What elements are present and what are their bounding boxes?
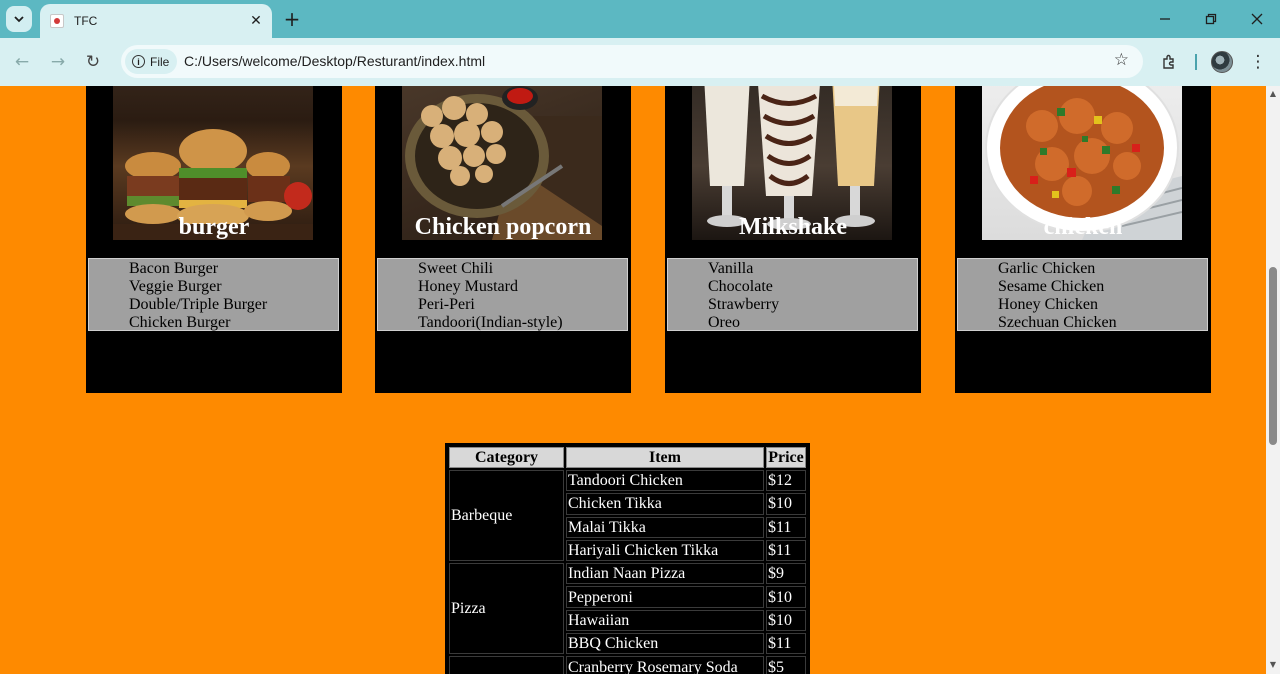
new-tab-plus-icon[interactable]: + xyxy=(280,6,304,32)
price-cell: $11 xyxy=(766,516,806,538)
window-close-icon[interactable] xyxy=(1241,6,1273,32)
price-cell: $5 xyxy=(766,656,806,674)
minimize-icon[interactable] xyxy=(1149,6,1181,32)
list-item: Tandoori(Indian-style) xyxy=(418,314,563,331)
profile-avatar[interactable] xyxy=(1211,51,1233,73)
menu-table: Category Item Price Barbeque Tandoori Ch… xyxy=(447,445,808,674)
browser-tab[interactable]: TFC ✕ xyxy=(40,4,272,38)
item-cell: Malai Tikka xyxy=(566,516,764,538)
card-title: burger xyxy=(178,214,250,240)
favicon-icon xyxy=(50,14,64,28)
list-item: Honey Mustard xyxy=(418,278,518,295)
info-icon: i xyxy=(132,55,145,68)
item-cell: Indian Naan Pizza xyxy=(566,563,764,585)
tab-search-icon[interactable] xyxy=(6,6,32,32)
category-cell: Pizza xyxy=(449,563,564,655)
vertical-scrollbar[interactable]: ▲ ▼ xyxy=(1266,86,1280,674)
header-category: Category xyxy=(449,447,564,468)
item-cell: Chicken Tikka xyxy=(566,493,764,515)
list-item: Peri-Peri xyxy=(418,296,475,313)
restore-icon[interactable] xyxy=(1195,6,1227,32)
site-info-chip[interactable]: i File xyxy=(125,49,177,74)
address-bar[interactable]: i File C:/Users/welcome/Desktop/Resturan… xyxy=(121,45,1143,78)
card-milkshake: Milkshake Vanilla Chocolate Strawberry O… xyxy=(665,86,921,393)
card-list: Bacon Burger Veggie Burger Double/Triple… xyxy=(88,258,339,331)
table-row: Barbeque Tandoori Chicken $12 xyxy=(449,470,806,562)
table-row: Cranberry Rosemary Soda $5 xyxy=(449,656,806,674)
forward-icon[interactable]: → xyxy=(44,48,72,76)
item-cell: Pepperoni xyxy=(566,586,764,608)
scroll-up-icon[interactable]: ▲ xyxy=(1268,89,1278,99)
list-item: Chocolate xyxy=(708,278,773,295)
back-icon[interactable]: ← xyxy=(8,48,36,76)
list-item: Sweet Chili xyxy=(418,260,494,277)
scroll-down-icon[interactable]: ▼ xyxy=(1268,660,1278,670)
price-cell: $10 xyxy=(766,493,806,515)
list-item: Garlic Chicken xyxy=(998,260,1096,277)
table-row: Pizza Indian Naan Pizza $9 xyxy=(449,563,806,655)
card-chicken: chicken Garlic Chicken Sesame Chicken Ho… xyxy=(955,86,1211,393)
card-chicken-popcorn: Chicken popcorn Sweet Chili Honey Mustar… xyxy=(375,86,631,393)
browser-toolbar: ← → ↻ i File C:/Users/welcome/Desktop/Re… xyxy=(0,38,1280,86)
item-cell: Hawaiian xyxy=(566,609,764,632)
table-header-row: Category Item Price xyxy=(449,447,806,468)
header-price: Price xyxy=(766,447,806,468)
category-cell xyxy=(449,656,564,674)
list-item: Chicken Burger xyxy=(129,314,231,331)
list-item: Szechuan Chicken xyxy=(998,314,1117,331)
card-list: Vanilla Chocolate Strawberry Oreo xyxy=(667,258,918,331)
price-cell: $12 xyxy=(766,470,806,492)
price-cell: $10 xyxy=(766,609,806,632)
item-cell: Tandoori Chicken xyxy=(566,470,764,492)
item-cell: Cranberry Rosemary Soda xyxy=(566,656,764,674)
card-title: chicken xyxy=(1043,214,1123,240)
reload-icon[interactable]: ↻ xyxy=(79,48,107,76)
price-cell: $11 xyxy=(766,539,806,562)
scrollbar-thumb[interactable] xyxy=(1269,267,1277,445)
price-cell: $11 xyxy=(766,633,806,655)
page-viewport: burger Bacon Burger Veggie Burger Double… xyxy=(0,86,1266,674)
list-item: Oreo xyxy=(708,314,740,331)
item-cell: BBQ Chicken xyxy=(566,633,764,655)
extensions-icon[interactable] xyxy=(1155,48,1183,76)
list-item: Bacon Burger xyxy=(129,260,219,277)
star-icon[interactable]: ☆ xyxy=(1114,50,1129,70)
card-burger: burger Bacon Burger Veggie Burger Double… xyxy=(86,86,342,393)
menu-table-wrapper: Category Item Price Barbeque Tandoori Ch… xyxy=(445,443,810,674)
list-item: Vanilla xyxy=(708,260,754,277)
header-item: Item xyxy=(566,447,764,468)
price-cell: $10 xyxy=(766,586,806,608)
more-icon[interactable]: ⋮ xyxy=(1244,48,1272,76)
close-icon[interactable]: ✕ xyxy=(246,11,266,31)
card-title: Chicken popcorn xyxy=(414,214,592,240)
list-item: Veggie Burger xyxy=(129,278,222,295)
card-title: Milkshake xyxy=(738,214,848,240)
price-cell: $9 xyxy=(766,563,806,585)
tab-strip: TFC ✕ + xyxy=(0,0,1280,38)
item-cell: Hariyali Chicken Tikka xyxy=(566,539,764,562)
tab-title: TFC xyxy=(74,14,98,28)
list-item: Honey Chicken xyxy=(998,296,1098,313)
list-item: Sesame Chicken xyxy=(998,278,1105,295)
category-cell: Barbeque xyxy=(449,470,564,562)
chip-label: File xyxy=(150,54,170,69)
card-list: Sweet Chili Honey Mustard Peri-Peri Tand… xyxy=(377,258,628,331)
card-list: Garlic Chicken Sesame Chicken Honey Chic… xyxy=(957,258,1208,331)
list-item: Strawberry xyxy=(708,296,780,313)
url-text[interactable]: C:/Users/welcome/Desktop/Resturant/index… xyxy=(184,53,485,69)
toolbar-divider xyxy=(1195,54,1197,70)
list-item: Double/Triple Burger xyxy=(129,296,268,313)
